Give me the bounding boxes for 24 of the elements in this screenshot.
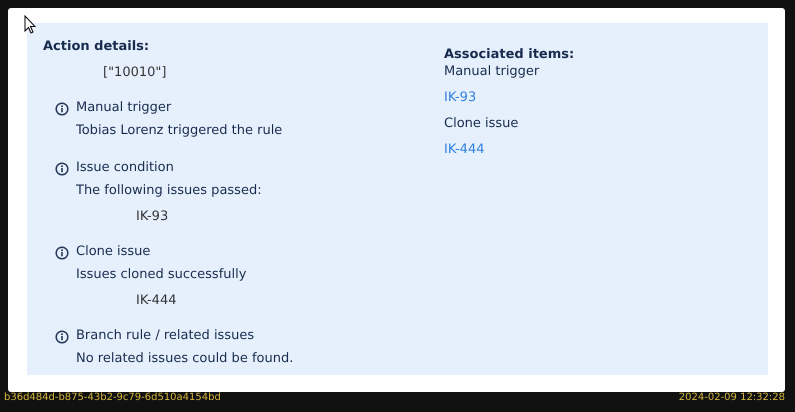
pointer-icon bbox=[24, 15, 36, 34]
entry-title: Issue condition bbox=[76, 159, 175, 177]
timestamp: 2024-02-09 12:32:28 bbox=[678, 392, 785, 403]
entry-title: Clone issue bbox=[76, 243, 152, 261]
issue-key: IK-93 bbox=[136, 208, 262, 226]
item-label: Clone issue bbox=[444, 115, 520, 133]
section-title: Associated items: bbox=[444, 47, 574, 63]
info-icon bbox=[55, 330, 69, 344]
section-title: Action details: bbox=[43, 39, 150, 55]
entry-title: Branch rule / related issues bbox=[76, 327, 256, 345]
record-id: b36d484d-b875-43b2-9c79-6d510a4154bd bbox=[4, 392, 221, 403]
info-icon bbox=[55, 162, 69, 176]
entry-title: Manual trigger bbox=[76, 99, 172, 117]
info-icon bbox=[55, 102, 69, 116]
entry-message: Issues cloned successfully bbox=[76, 266, 246, 284]
info-icon bbox=[55, 246, 69, 260]
item-label: Manual trigger bbox=[444, 63, 540, 81]
entry-message: No related issues could be found. bbox=[76, 350, 294, 368]
issue-link[interactable]: IK-444 bbox=[444, 141, 574, 159]
entry-message: The following issues passed: bbox=[76, 182, 262, 200]
action-value: ["10010"] bbox=[103, 64, 168, 82]
issue-key: IK-444 bbox=[136, 292, 246, 310]
entry-message: Tobias Lorenz triggered the rule bbox=[76, 122, 282, 140]
issue-link[interactable]: IK-93 bbox=[444, 89, 574, 107]
